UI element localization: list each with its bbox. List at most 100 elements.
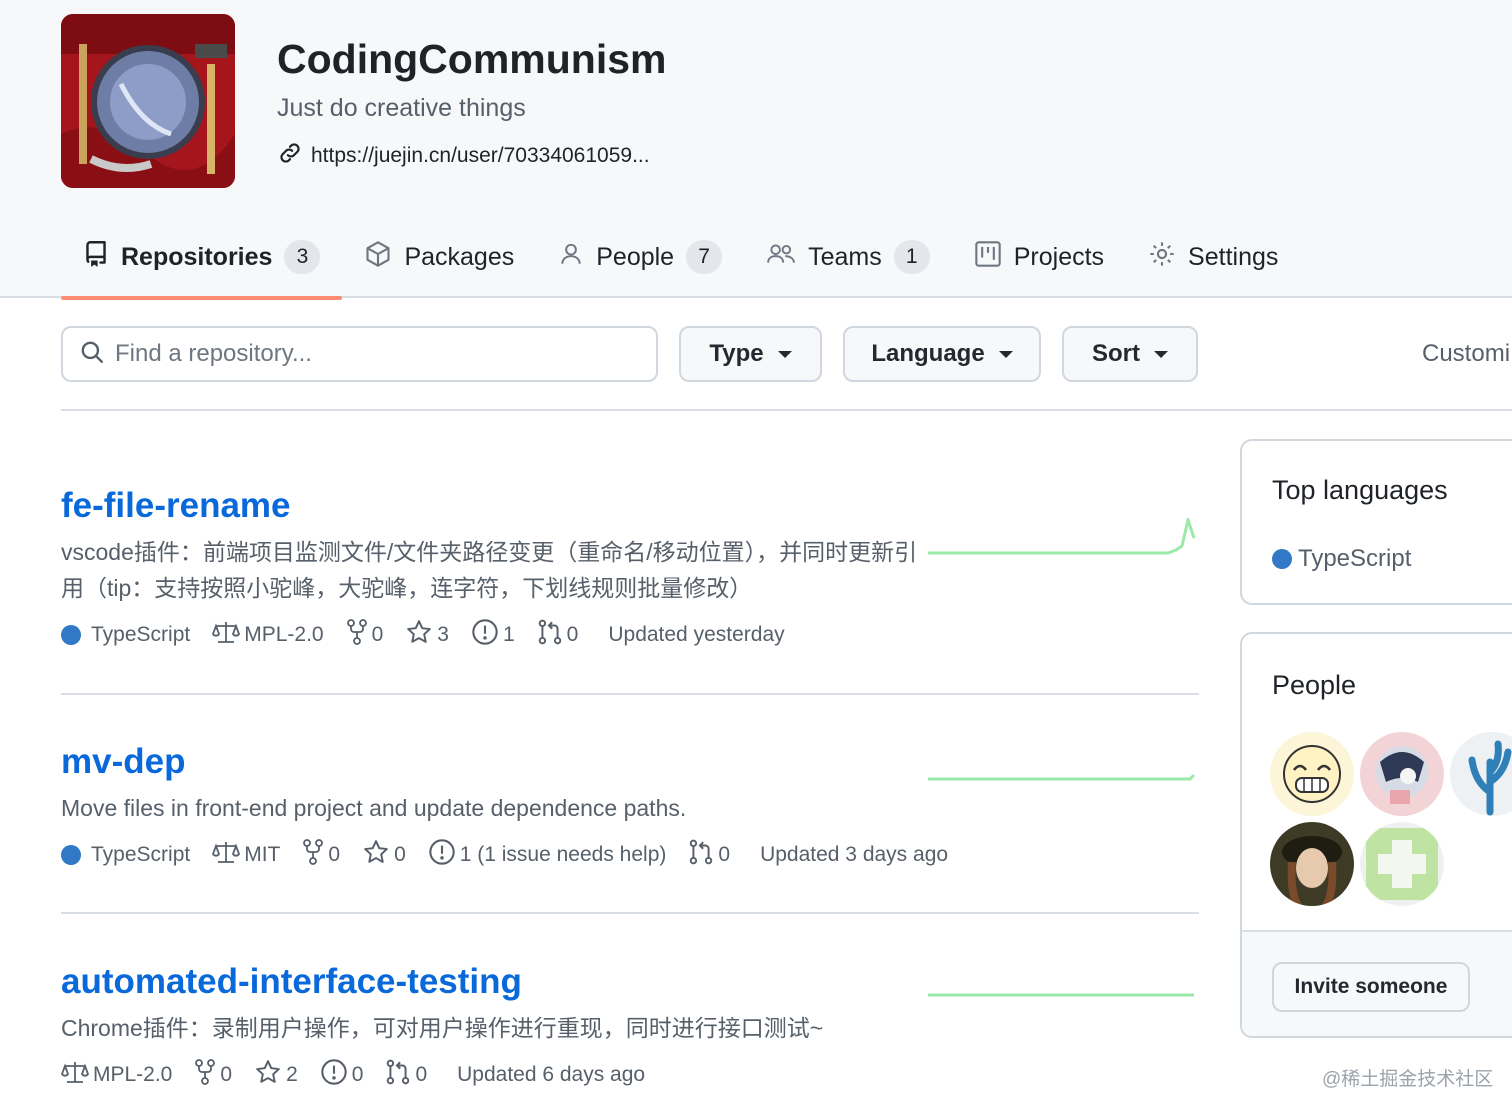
pulls-count: 0 — [566, 623, 579, 646]
issue-icon — [428, 838, 456, 872]
avatar[interactable] — [1360, 822, 1444, 906]
top-language-label: TypeScript — [1298, 545, 1412, 572]
repo-pulls[interactable]: 0 — [385, 1058, 427, 1092]
type-filter-button[interactable]: Type — [679, 326, 822, 382]
tab-label: Settings — [1188, 242, 1279, 271]
repo-description: Chrome插件：录制用户操作，可对用户操作进行重现，同时进行接口测试~ — [61, 1015, 824, 1041]
repo-description: vscode插件：前端项目监测文件/文件夹路径变更（重命名/移动位置），并同时更… — [61, 539, 918, 601]
sort-label: Sort — [1092, 340, 1140, 367]
repo-forks[interactable]: 0 — [346, 619, 383, 651]
repo-updated: Updated 6 days ago — [457, 1063, 646, 1086]
repo-description: Move files in front-end project and upda… — [61, 795, 687, 821]
repo-meta: MPL-2.0 0 2 0 0 Updated 6 days ago — [61, 1058, 1199, 1092]
repo-pulls[interactable]: 0 — [537, 618, 579, 652]
repo-list-item: fe-file-rename vscode插件：前端项目监测文件/文件夹路径变更… — [61, 486, 1199, 652]
repo-forks[interactable]: 0 — [302, 839, 340, 871]
pull-request-icon — [537, 618, 563, 652]
tab-people[interactable]: People 7 — [536, 216, 744, 298]
stars-count: 0 — [394, 843, 406, 866]
tab-label: Projects — [1013, 242, 1105, 271]
repo-search — [61, 326, 658, 382]
language-color-dot — [1272, 549, 1292, 569]
avatar[interactable] — [1270, 822, 1354, 906]
law-icon — [212, 840, 241, 870]
search-input[interactable] — [115, 340, 635, 368]
avatar[interactable] — [1360, 732, 1444, 816]
repo-meta: TypeScript MPL-2.0 0 3 1 0 Updated yeste… — [61, 618, 1199, 652]
tab-counter: 3 — [284, 240, 321, 274]
language-color-dot — [61, 625, 81, 645]
repo-stars[interactable]: 0 — [362, 839, 406, 871]
repo-stars[interactable]: 2 — [254, 1059, 298, 1091]
org-header: CodingCommunism Just do creative things … — [0, 0, 1512, 300]
chevron-down-icon — [777, 350, 792, 358]
license-label: MIT — [244, 843, 281, 866]
tab-label: Repositories — [121, 242, 273, 271]
fork-icon — [346, 619, 368, 651]
customize-pins-link[interactable]: Customi — [1422, 340, 1510, 368]
repo-icon — [83, 240, 109, 275]
language-label: TypeScript — [91, 843, 191, 866]
avatar[interactable] — [1270, 732, 1354, 816]
people-title: People — [1272, 670, 1357, 700]
issues-count: 1 (1 issue needs help) — [459, 843, 667, 866]
pulls-count: 0 — [415, 1063, 428, 1086]
activity-sparkline — [928, 518, 1196, 555]
forks-count: 0 — [328, 843, 341, 866]
repo-issues[interactable]: 1 — [471, 618, 515, 652]
activity-sparkline — [928, 773, 1196, 781]
repo-issues[interactable]: 1 (1 issue needs help) — [428, 838, 667, 872]
org-website-link[interactable]: https://juejin.cn/user/70334061059... — [277, 140, 650, 172]
tab-counter: 1 — [893, 240, 930, 274]
link-icon — [277, 140, 303, 172]
package-icon — [364, 240, 392, 275]
repo-license: MIT — [212, 840, 280, 870]
repo-language: TypeScript — [61, 843, 190, 867]
tab-teams[interactable]: Teams 1 — [744, 216, 952, 298]
pull-request-icon — [385, 1058, 411, 1092]
project-icon — [974, 240, 1002, 275]
chevron-down-icon — [1154, 350, 1168, 358]
issue-icon — [320, 1058, 348, 1092]
type-filter-label: Type — [709, 340, 764, 367]
repo-issues[interactable]: 0 — [320, 1058, 363, 1092]
tab-repositories[interactable]: Repositories 3 — [61, 216, 343, 300]
sort-button[interactable]: Sort — [1062, 326, 1198, 382]
divider — [61, 693, 1199, 695]
law-icon — [61, 1060, 89, 1090]
language-label: TypeScript — [91, 623, 191, 646]
tab-settings[interactable]: Settings — [1126, 216, 1300, 298]
star-icon — [362, 839, 390, 871]
watermark: @稀土掘金技术社区 — [1322, 1069, 1494, 1090]
language-filter-button[interactable]: Language — [843, 326, 1041, 382]
tab-counter: 7 — [686, 240, 723, 274]
avatar[interactable] — [1450, 732, 1512, 816]
star-icon — [254, 1059, 282, 1091]
repo-updated: Updated yesterday — [608, 623, 785, 646]
tab-label: Packages — [404, 242, 515, 271]
license-label: MPL-2.0 — [93, 1063, 173, 1086]
org-avatar[interactable] — [61, 14, 235, 188]
org-tabs: Repositories 3 Packages People 7 Teams 1 — [61, 216, 1300, 300]
repo-forks[interactable]: 0 — [194, 1059, 232, 1091]
repo-pulls[interactable]: 0 — [688, 838, 730, 872]
repo-license: MPL-2.0 — [61, 1060, 172, 1090]
tab-packages[interactable]: Packages — [342, 216, 536, 298]
person-icon — [558, 240, 584, 275]
org-description: Just do creative things — [277, 94, 526, 122]
tab-label: Teams — [808, 242, 882, 271]
pull-request-icon — [688, 838, 714, 872]
repo-license: MPL-2.0 — [212, 620, 324, 650]
law-icon — [212, 620, 241, 650]
repo-stars[interactable]: 3 — [405, 619, 449, 651]
top-language-item[interactable]: TypeScript — [1272, 545, 1411, 573]
pulls-count: 0 — [718, 843, 731, 866]
fork-icon — [194, 1059, 216, 1091]
stars-count: 3 — [437, 623, 449, 646]
invite-someone-button[interactable]: Invite someone — [1272, 962, 1470, 1012]
repo-meta: TypeScript MIT 0 0 1 (1 issue needs help… — [61, 838, 1199, 872]
license-label: MPL-2.0 — [244, 623, 324, 646]
forks-count: 0 — [220, 1063, 233, 1086]
language-filter-label: Language — [871, 340, 985, 367]
tab-projects[interactable]: Projects — [952, 216, 1126, 298]
